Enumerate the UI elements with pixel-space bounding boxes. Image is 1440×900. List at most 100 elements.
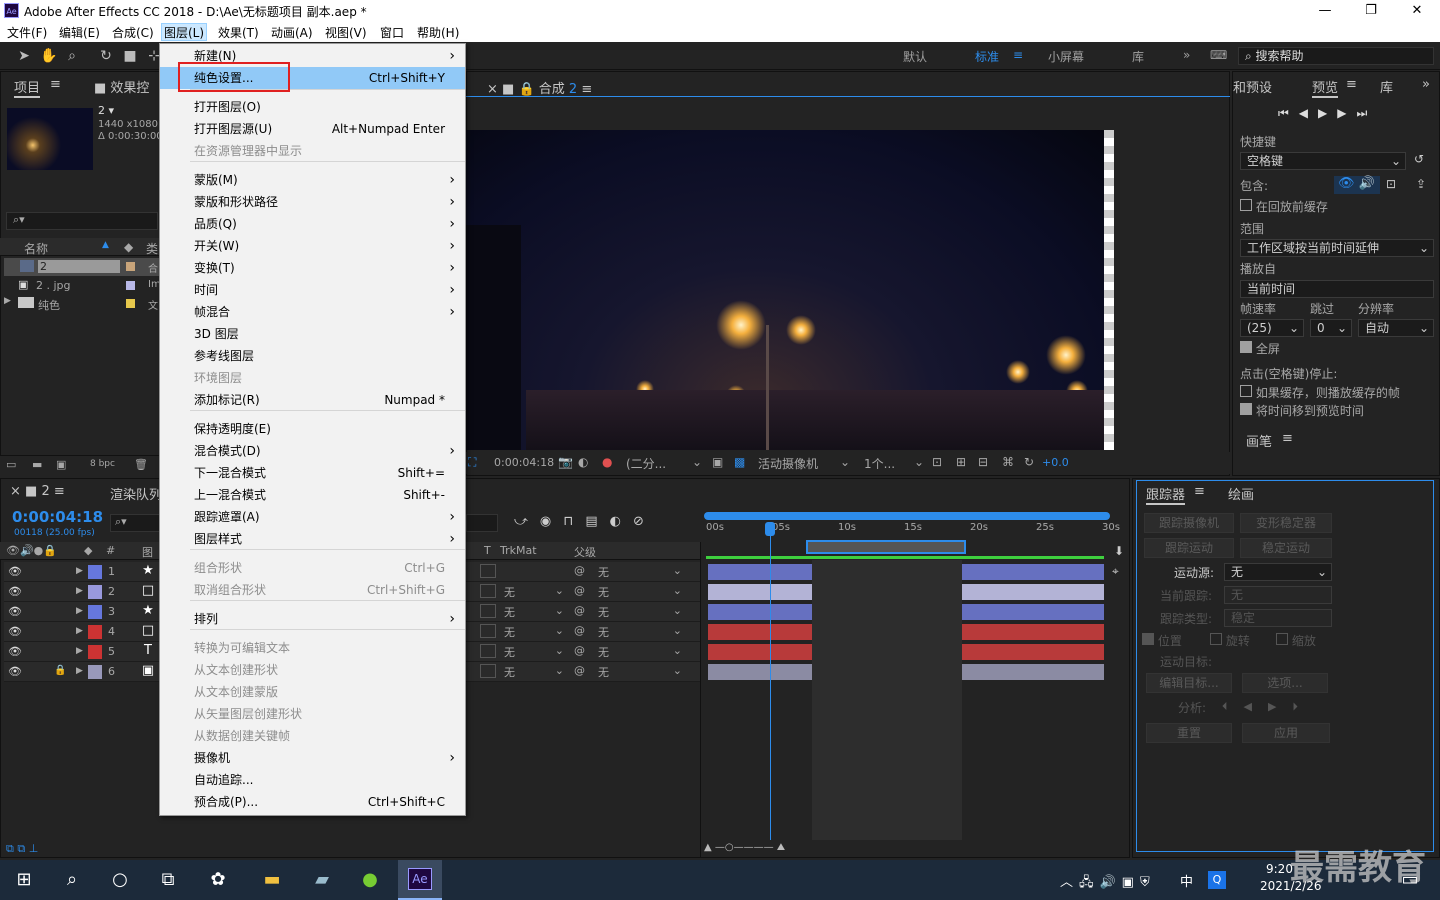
tab-preview[interactable]: 预览 <box>1312 77 1339 98</box>
region-of-interest-icon[interactable]: ▣ <box>712 455 723 469</box>
trkmat-dropdown[interactable]: 无 ⌄ <box>504 584 564 600</box>
pick-whip-icon[interactable]: @ <box>574 584 585 597</box>
notepad-icon[interactable]: ▰ <box>308 866 336 894</box>
visibility-eye-icon[interactable]: 👁 <box>8 625 22 638</box>
chevron-down-icon[interactable]: ⌄ <box>840 455 850 469</box>
project-row[interactable]: ▶ 纯色 文 <box>4 295 162 313</box>
motion-source-dropdown[interactable]: 无 ⌄ <box>1224 563 1332 581</box>
menu-composition[interactable]: 合成(C) <box>110 24 156 41</box>
checkbox[interactable] <box>1240 341 1252 353</box>
menu-item[interactable]: 下一混合模式 Shift+= <box>160 462 465 484</box>
tab-render-queue[interactable]: 渲染队列 <box>110 484 160 503</box>
menu-item[interactable]: 跟踪遮罩(A) › <box>160 506 465 528</box>
interpret-footage-icon[interactable]: ▭ <box>6 458 16 471</box>
label-color-swatch[interactable] <box>88 605 102 619</box>
menu-item[interactable]: 组合形状 Ctrl+G <box>160 557 465 579</box>
panel-menu-icon[interactable]: ≡ <box>1346 77 1357 92</box>
tab-timeline[interactable]: × ■ 2 ≡ <box>10 484 65 499</box>
media-app-icon[interactable]: ● <box>356 866 384 894</box>
pick-whip-icon[interactable]: @ <box>574 644 585 657</box>
pick-whip-icon[interactable]: @ <box>574 624 585 637</box>
expand-arrow-icon[interactable]: ▶ <box>76 566 83 576</box>
tab-effect-controls[interactable]: ■ 效果控 <box>94 77 160 96</box>
notification-icon[interactable]: ▭ <box>1396 866 1424 894</box>
export-icon[interactable]: ⇪ <box>1416 177 1426 191</box>
visibility-eye-icon[interactable]: 👁 <box>8 585 22 598</box>
timeline-nav-icon[interactable]: ⌖ <box>1112 564 1119 579</box>
current-track-dropdown[interactable]: 无 <box>1224 586 1332 604</box>
new-composition-icon[interactable]: ▣ <box>56 458 66 471</box>
panel-menu-icon[interactable]: ≡ <box>1282 431 1293 446</box>
channel-icon[interactable]: ● <box>602 455 612 469</box>
rotate-tool-icon[interactable]: ↻ <box>98 48 114 64</box>
reset-icon[interactable]: ↺ <box>1414 152 1424 166</box>
qq-icon[interactable]: Q <box>1208 871 1226 889</box>
menu-layer[interactable]: 图层(L) <box>161 23 208 41</box>
work-area-range[interactable] <box>806 540 966 554</box>
expand-arrow-icon[interactable]: ▶ <box>4 296 11 306</box>
position-option[interactable]: 位置 <box>1142 632 1182 649</box>
chevron-down-icon[interactable]: ⌄ <box>914 455 924 469</box>
expand-arrow-icon[interactable]: ▶ <box>76 626 83 636</box>
task-view-icon[interactable]: ⧉ <box>154 866 182 894</box>
menu-item[interactable]: 转换为可编辑文本 <box>160 637 465 659</box>
timeline-timecode[interactable]: 0:00:04:18 <box>12 508 103 526</box>
workspace-small-screen[interactable]: 小屏幕 <box>1048 48 1084 65</box>
close-button[interactable]: ✕ <box>1394 0 1440 22</box>
toggle-pixel-aspect-icon[interactable]: ⊡ <box>932 455 942 469</box>
analyze-buttons[interactable]: ⏴◀▶⏵ <box>1222 700 1314 714</box>
menu-item[interactable]: 添加标记(R) Numpad * <box>160 389 465 411</box>
menu-item[interactable]: 上一混合模式 Shift+- <box>160 484 465 506</box>
search-icon[interactable]: ⌕ <box>58 866 86 894</box>
comp-viewer[interactable] <box>466 130 1114 450</box>
play-cached-option[interactable]: 如果缓存，则播放缓存的帧 <box>1240 384 1400 401</box>
tab-project[interactable]: 项目 <box>14 77 41 98</box>
chevron-down-icon[interactable]: ⌄ <box>692 455 702 469</box>
tab-effects-presets[interactable]: 和预设 <box>1233 77 1272 96</box>
checkbox[interactable] <box>1240 403 1252 415</box>
menu-item[interactable]: 保持透明度(E) <box>160 418 465 440</box>
pick-whip-icon[interactable]: @ <box>574 664 585 677</box>
more-panels-icon[interactable]: » <box>1422 77 1430 92</box>
range-dropdown[interactable]: 工作区域按当前时间延伸 ⌄ <box>1240 239 1434 257</box>
visibility-eye-icon[interactable]: 👁 <box>8 565 22 578</box>
reset-exposure-icon[interactable]: ↻ <box>1024 455 1034 469</box>
menu-item[interactable]: 品质(Q) › <box>160 213 465 235</box>
visibility-eye-icon[interactable]: 👁 <box>8 645 22 658</box>
timeline-nav-icon[interactable]: ⬇ <box>1114 544 1124 558</box>
parent-dropdown[interactable]: 无 ⌄ <box>598 604 682 620</box>
workspace-default[interactable]: 默认 <box>903 48 927 65</box>
menu-item[interactable]: 蒙版(M) › <box>160 169 465 191</box>
preserve-transparency-box[interactable] <box>480 624 496 638</box>
timeline-footer-icons[interactable]: ⧉ ⧉ ⊥ <box>6 842 38 856</box>
menu-view[interactable]: 视图(V) <box>323 24 369 41</box>
tab-tracker[interactable]: 跟踪器 <box>1146 484 1186 505</box>
label-color-swatch[interactable] <box>88 625 102 639</box>
fps-dropdown[interactable]: (25) ⌄ <box>1240 319 1304 337</box>
playback-controls[interactable]: ⏮◀▶▶⏭ <box>1278 106 1377 121</box>
stabilize-motion-button[interactable]: 稳定运动 <box>1240 538 1332 558</box>
tab-composition[interactable]: × ■ 🔒 合成 2 ≡ <box>487 78 592 97</box>
workspace-library[interactable]: 库 <box>1132 48 1144 65</box>
delete-icon[interactable]: 🗑 <box>134 458 148 471</box>
timeline-switch-icons[interactable]: ⤻◉⊓▤◐⊘ <box>514 514 656 529</box>
apply-button[interactable]: 应用 <box>1242 723 1330 743</box>
system-tray-icons[interactable]: ︿🖧🔊▣⛨ <box>1060 871 1156 895</box>
expand-arrow-icon[interactable]: ▶ <box>76 586 83 596</box>
cache-before-option[interactable]: 在回放前缓存 <box>1240 198 1328 215</box>
flowchart-icon[interactable]: ⌘ <box>1002 455 1014 469</box>
tab-library[interactable]: 库 <box>1380 77 1393 96</box>
menu-item[interactable]: 从文本创建形状 <box>160 659 465 681</box>
transparency-grid-icon[interactable]: ▩ <box>734 455 745 469</box>
zoom-slider[interactable]: ▲ —○———— ⛰ <box>704 842 814 856</box>
tab-brushes[interactable]: 画笔 <box>1246 431 1272 450</box>
menu-item[interactable]: 蒙版和形状路径 › <box>160 191 465 213</box>
search-help-input[interactable]: ⌕ 搜索帮助 <box>1238 47 1434 65</box>
trkmat-dropdown[interactable]: 无 ⌄ <box>504 644 564 660</box>
play-from-dropdown[interactable]: 当前时间 <box>1240 280 1434 298</box>
maximize-button[interactable]: ❐ <box>1348 0 1394 22</box>
new-folder-icon[interactable]: ▬ <box>32 458 42 471</box>
timeline-icon[interactable]: ⊟ <box>978 455 988 469</box>
panel-menu-icon[interactable]: ≡ <box>1194 484 1205 499</box>
visibility-eye-icon[interactable]: 👁 <box>8 665 22 678</box>
